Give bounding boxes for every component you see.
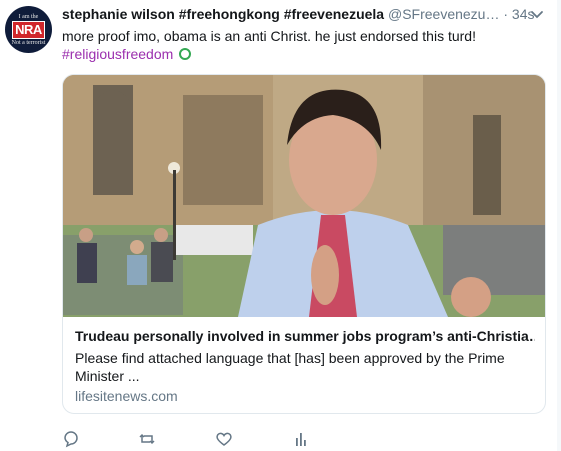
retweet-icon[interactable]	[138, 430, 156, 448]
card-image	[63, 75, 545, 317]
time-separator: ·	[503, 6, 509, 22]
author-name[interactable]: stephanie wilson #freehongkong #freevene…	[62, 6, 384, 22]
heart-icon[interactable]	[215, 430, 233, 448]
avatar-bottom-text: Not a terrorist	[11, 40, 46, 46]
nra-logo: NRA	[12, 21, 45, 39]
card-title[interactable]: Trudeau personally involved in summer jo…	[75, 328, 535, 344]
tweet-hashtag-line: #religiousfreedom	[62, 45, 192, 63]
avatar[interactable]: I am the NRA Not a terrorist	[5, 6, 52, 53]
scrollbar-track[interactable]	[557, 0, 561, 451]
chevron-down-icon[interactable]	[530, 8, 544, 22]
hashtag-link[interactable]: #religiousfreedom	[62, 46, 173, 62]
emoji-ring-icon	[179, 48, 192, 60]
card-domain: lifesitenews.com	[75, 388, 178, 404]
reply-icon[interactable]	[62, 430, 80, 448]
tweet-text: more proof imo, obama is an anti Christ.…	[62, 28, 476, 44]
link-card[interactable]: Trudeau personally involved in summer jo…	[62, 74, 546, 414]
author-handle[interactable]: @SFreevenezu…	[388, 6, 499, 22]
card-description: Please find attached language that [has]…	[75, 350, 505, 384]
analytics-icon[interactable]	[292, 430, 310, 448]
avatar-top-text: I am the	[18, 14, 39, 20]
tweet-header: stephanie wilson #freehongkong #freevene…	[62, 6, 535, 24]
